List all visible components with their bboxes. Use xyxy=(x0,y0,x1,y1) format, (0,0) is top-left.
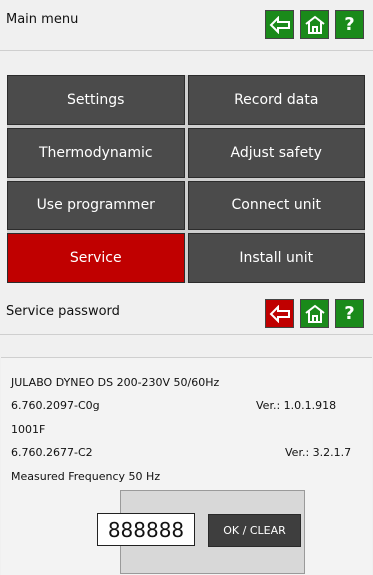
help-button[interactable]: ? xyxy=(335,10,364,39)
menu-install-unit[interactable]: Install unit xyxy=(187,233,365,283)
ver2-text: Ver.: 3.2.1.7 xyxy=(285,446,352,459)
menu-use-programmer[interactable]: Use programmer xyxy=(7,180,185,231)
home-icon xyxy=(304,304,325,323)
help-icon: ? xyxy=(344,14,355,35)
back-arrow-icon xyxy=(269,304,290,323)
code-text: 1001F xyxy=(11,423,46,436)
menu-connect-unit[interactable]: Connect unit xyxy=(187,180,365,231)
service-title: Service password xyxy=(6,304,120,319)
password-input[interactable]: 888888 xyxy=(97,513,195,546)
freq-text: Measured Frequency 50 Hz xyxy=(11,470,161,483)
back-arrow-icon xyxy=(269,15,290,34)
service-home-button[interactable] xyxy=(300,299,329,328)
main-menu-header: Main menu ? xyxy=(0,0,373,51)
menu-service[interactable]: Service xyxy=(7,233,185,283)
service-back-button[interactable] xyxy=(265,299,294,328)
service-password-header: Service password ? xyxy=(0,294,373,335)
home-icon xyxy=(304,15,325,34)
home-button[interactable] xyxy=(300,10,329,39)
ver1-text: Ver.: 1.0.1.918 xyxy=(256,399,337,412)
part2-text: 6.760.2677-C2 xyxy=(11,446,93,459)
main-menu-grid: Settings Record data Thermodynamic Adjus… xyxy=(7,75,365,283)
help-icon: ? xyxy=(344,303,355,324)
service-help-button[interactable]: ? xyxy=(335,299,364,328)
ok-clear-button[interactable]: OK / CLEAR xyxy=(208,514,301,547)
menu-settings[interactable]: Settings xyxy=(7,75,185,125)
menu-adjust-safety[interactable]: Adjust safety xyxy=(187,127,365,178)
page-title: Main menu xyxy=(6,12,79,27)
menu-thermodynamic[interactable]: Thermodynamic xyxy=(7,127,185,178)
part1-text: 6.760.2097-C0g xyxy=(11,399,100,412)
back-button[interactable] xyxy=(265,10,294,39)
model-text: JULABO DYNEO DS 200-230V 50/60Hz xyxy=(11,376,220,389)
menu-record-data[interactable]: Record data xyxy=(187,75,365,125)
